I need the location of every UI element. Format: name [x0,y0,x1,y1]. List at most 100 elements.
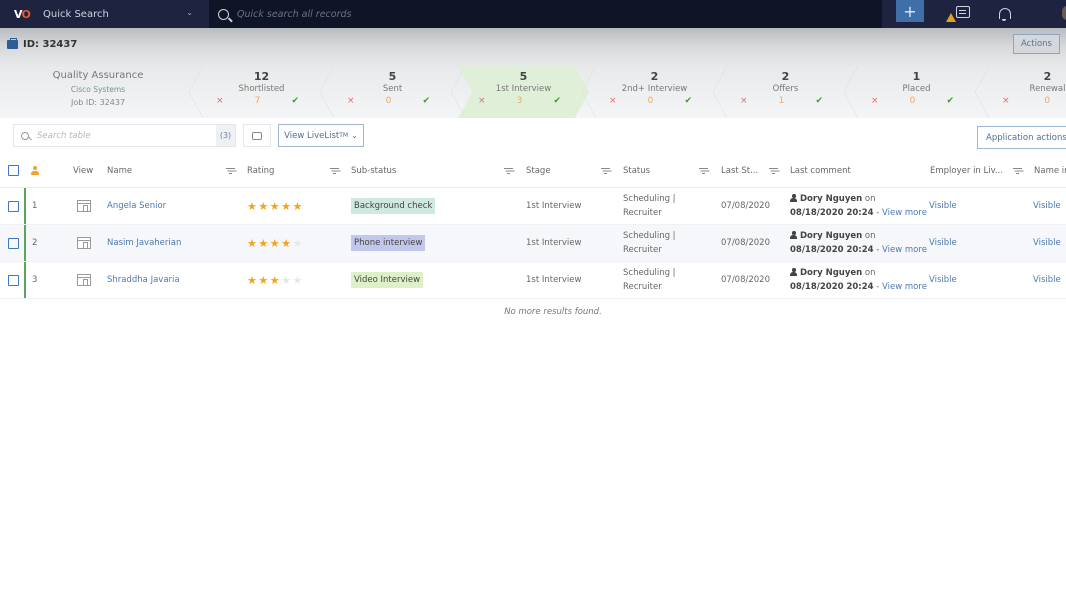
application-actions-button[interactable]: Application actions [977,126,1066,149]
logo[interactable]: VO [14,7,32,21]
pipeline-stage[interactable]: 2 Offers × 1 ✔ [720,66,851,118]
star-icon[interactable]: ★ [270,238,280,249]
employer-visibility[interactable]: Visible [929,225,957,261]
column-last-status[interactable]: Last St... [721,166,758,176]
view-more-link[interactable]: View more [882,282,927,292]
employer-visibility[interactable]: Visible [929,262,957,298]
rejected-icon[interactable]: × [1002,96,1010,106]
stage-pending-count[interactable]: 0 [386,96,392,106]
pipeline-stage[interactable]: 2 Renewal × 0 [982,66,1066,118]
column-employer-livelist[interactable]: Employer in Liv... [930,166,1003,176]
filter-icon[interactable] [504,168,513,175]
star-icon[interactable]: ★ [270,201,280,212]
star-icon[interactable]: ★ [258,238,268,249]
star-icon[interactable]: ★ [258,275,268,286]
stage-pending-count[interactable]: 3 [517,96,523,106]
avatar[interactable] [1062,6,1066,20]
star-icon[interactable]: ★ [293,275,303,286]
last-status-date: 07/08/2020 [721,238,770,248]
column-name[interactable]: Name [107,166,132,176]
quick-search-dropdown[interactable]: VO Quick Search ⌄ [0,0,209,28]
accepted-icon[interactable]: ✔ [422,96,430,106]
star-icon[interactable]: ★ [281,201,291,212]
view-icon[interactable] [77,237,91,249]
stage-pending-count[interactable]: 1 [779,96,785,106]
stage-pending-count[interactable]: 0 [1044,96,1050,106]
bell-icon[interactable] [998,7,1011,21]
table-row[interactable]: 2 Nasim Javaherian ★ ★ ★ ★ ★ Phone interview 1st… [0,225,1066,262]
star-icon[interactable]: ★ [247,238,257,249]
select-all-checkbox[interactable] [8,165,19,176]
accepted-icon[interactable]: ✔ [815,96,823,106]
table-search-input[interactable] [37,130,197,141]
candidate-name-link[interactable]: Nasim Javaherian [107,225,181,261]
employer-visibility[interactable]: Visible [929,188,957,224]
name-visibility[interactable]: Visible [1033,262,1061,298]
name-visibility[interactable]: Visible [1033,225,1061,261]
rejected-icon[interactable]: × [347,96,355,106]
last-status-date: 07/08/2020 [721,201,770,211]
pipeline-stage[interactable]: 1 Placed × 0 ✔ [851,66,982,118]
star-icon[interactable]: ★ [281,275,291,286]
view-icon[interactable] [77,200,91,212]
global-search-input[interactable] [237,8,637,20]
pipeline-stage[interactable]: 2 2nd+ Interview × 0 ✔ [589,66,720,118]
rejected-icon[interactable]: × [216,96,224,106]
stage-pending-count[interactable]: 0 [648,96,654,106]
column-substatus[interactable]: Sub-status [351,166,396,176]
row-checkbox[interactable] [8,237,19,249]
actions-button[interactable]: Actions [1012,34,1060,54]
name-visibility[interactable]: Visible [1033,188,1061,224]
substatus-badge[interactable]: Background check [351,198,436,214]
add-button[interactable]: + [896,0,924,22]
accepted-icon[interactable]: ✔ [553,96,561,106]
filter-icon[interactable] [601,168,610,175]
row-checkbox[interactable] [8,274,19,286]
column-stage[interactable]: Stage [526,166,551,176]
pipeline-stage[interactable]: 12 Shortlisted × 7 ✔ [196,66,327,118]
candidate-name-link[interactable]: Shraddha Javaria [107,262,180,298]
column-name-in[interactable]: Name in [1034,166,1066,176]
table-row[interactable]: 3 Shraddha Javaria ★ ★ ★ ★ ★ Video Interview 1st… [0,262,1066,299]
filter-icon[interactable] [330,168,339,175]
column-status[interactable]: Status [623,166,650,176]
substatus-badge[interactable]: Phone interview [351,235,426,251]
stage-pending-count[interactable]: 7 [255,96,261,106]
rejected-icon[interactable]: × [871,96,879,106]
star-icon[interactable]: ★ [258,201,268,212]
star-icon[interactable]: ★ [293,238,303,249]
envelope-button[interactable] [243,124,271,147]
messages-button[interactable] [946,4,974,24]
accepted-icon[interactable]: ✔ [291,96,299,106]
star-icon[interactable]: ★ [270,275,280,286]
star-icon[interactable]: ★ [293,201,303,212]
rejected-icon[interactable]: × [609,96,617,106]
table-row[interactable]: 1 Angela Senior ★ ★ ★ ★ ★ Background check 1st I… [0,188,1066,225]
pipeline-stage[interactable]: 5 1st Interview × 3 ✔ [458,66,589,118]
rating-stars[interactable]: ★ ★ ★ ★ ★ [247,238,302,249]
filter-icon[interactable] [1013,168,1022,175]
filter-icon[interactable] [769,168,778,175]
view-livelist-button[interactable]: View LiveList TM ⌄ [278,124,364,147]
view-more-link[interactable]: View more [882,208,927,218]
candidate-name-link[interactable]: Angela Senior [107,188,166,224]
stage-pending-count[interactable]: 0 [910,96,916,106]
view-icon[interactable] [77,274,91,286]
star-icon[interactable]: ★ [247,201,257,212]
accepted-icon[interactable]: ✔ [684,96,692,106]
star-icon[interactable]: ★ [247,275,257,286]
substatus-badge[interactable]: Video Interview [351,272,424,288]
pipeline-stage[interactable]: 5 Sent × 0 ✔ [327,66,458,118]
rejected-icon[interactable]: × [478,96,486,106]
rating-stars[interactable]: ★ ★ ★ ★ ★ [247,275,302,286]
star-icon[interactable]: ★ [281,238,291,249]
filter-icon[interactable] [226,168,235,175]
column-last-comment[interactable]: Last comment [790,166,851,176]
row-checkbox[interactable] [8,200,19,212]
rejected-icon[interactable]: × [740,96,748,106]
column-rating[interactable]: Rating [247,166,274,176]
rating-stars[interactable]: ★ ★ ★ ★ ★ [247,201,302,212]
filter-icon[interactable] [699,168,708,175]
view-more-link[interactable]: View more [882,245,927,255]
accepted-icon[interactable]: ✔ [946,96,954,106]
